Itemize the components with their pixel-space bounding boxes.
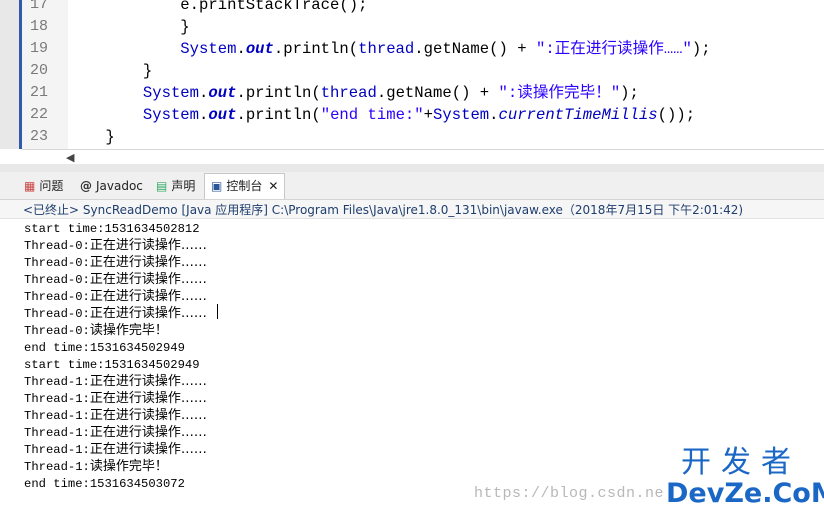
console-line: Thread-0:正在进行读操作……	[24, 255, 207, 270]
console-line: end time:1531634503072	[24, 477, 185, 491]
code-line: e.printStackTrace();	[68, 0, 368, 14]
tab-console[interactable]: ▣ 控制台 ✕	[204, 173, 286, 199]
line-number: 18	[29, 18, 48, 35]
line-number: 19	[29, 40, 48, 57]
line-number: 17	[29, 0, 48, 13]
console-line: Thread-1:读操作完毕！	[24, 459, 168, 474]
tab-javadoc[interactable]: @ Javadoc	[74, 175, 149, 197]
view-tab-bar: ▦ 问题 @ Javadoc ▤ 声明 ▣ 控制台 ✕	[0, 172, 824, 199]
line-number: 20	[29, 62, 48, 79]
line-number: 23	[29, 128, 48, 145]
problems-icon: ▦	[24, 179, 36, 193]
code-line: System.out.println("end time:"+System.cu…	[142, 106, 696, 124]
line-number: 22	[29, 106, 48, 123]
console-line: Thread-1:正在进行读操作……	[24, 442, 207, 457]
watermark-logo-en: DevZe.CoM	[666, 478, 824, 509]
overview-ruler	[0, 0, 22, 149]
console-line: Thread-0:正在进行读操作……	[24, 272, 207, 287]
console-line: start time:1531634502812	[24, 222, 200, 236]
line-number: 21	[29, 84, 48, 101]
text-cursor	[217, 304, 218, 319]
console-line: Thread-0:正在进行读操作……	[24, 306, 207, 321]
code-line: }	[68, 18, 190, 36]
code-line: }	[68, 62, 153, 80]
javadoc-icon: @	[80, 179, 92, 193]
watermark-logo: 开发者 DevZe.CoM	[666, 445, 824, 509]
console-line: Thread-1:正在进行读操作……	[24, 391, 207, 406]
pane-separator[interactable]	[0, 164, 824, 172]
code-line: System.out.println(thread.getName() + ":…	[142, 84, 639, 102]
console-icon: ▣	[211, 179, 223, 193]
console-line: end time:1531634502949	[24, 341, 185, 355]
console-line: Thread-1:正在进行读操作……	[24, 408, 207, 423]
code-line: System.out.println(thread.getName() + ":…	[180, 40, 711, 58]
console-line: Thread-1:正在进行读操作……	[24, 374, 207, 389]
horizontal-scrollbar[interactable]: ◀	[22, 149, 824, 165]
watermark-logo-cn: 开发者	[681, 445, 801, 480]
code-line: }	[68, 128, 115, 146]
console-line: Thread-0:正在进行读操作……	[24, 289, 207, 304]
console-line: start time:1531634502949	[24, 358, 200, 372]
console-line: Thread-0:读操作完毕！	[24, 323, 168, 338]
close-icon[interactable]: ✕	[268, 179, 278, 193]
scroll-left-icon[interactable]: ◀	[66, 151, 74, 164]
watermark-url: https://blog.csdn.ne	[474, 485, 665, 502]
code-editor[interactable]: 17 e.printStackTrace(); 18 } 19 System.o…	[0, 0, 824, 149]
declaration-icon: ▤	[156, 179, 168, 193]
tab-declaration[interactable]: ▤ 声明	[150, 175, 201, 197]
tab-problems[interactable]: ▦ 问题	[18, 175, 69, 197]
console-line: Thread-0:正在进行读操作……	[24, 238, 207, 253]
console-status-line: <已终止> SyncReadDemo [Java 应用程序] C:\Progra…	[0, 199, 824, 219]
console-line: Thread-1:正在进行读操作……	[24, 425, 207, 440]
